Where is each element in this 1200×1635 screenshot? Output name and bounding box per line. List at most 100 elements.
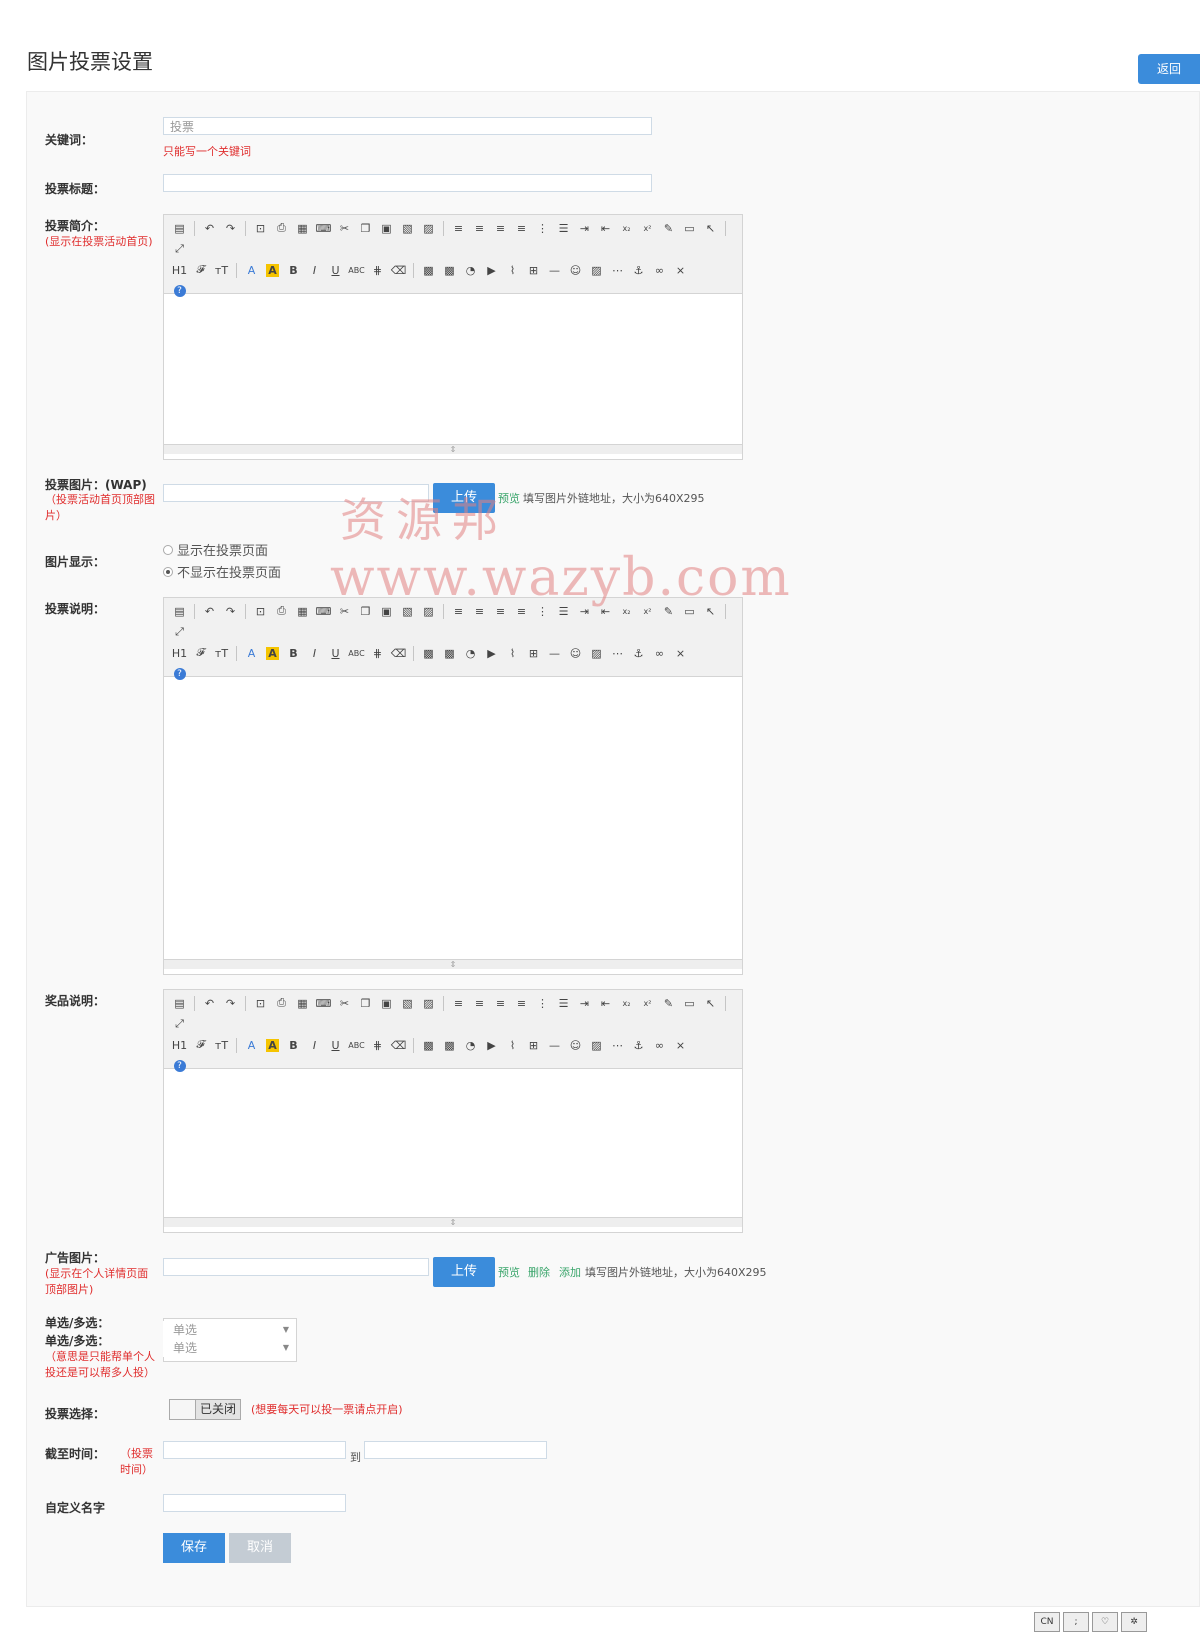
- print-icon[interactable]: ⎙: [272, 219, 291, 237]
- link-icon[interactable]: ∞: [650, 644, 669, 662]
- resize-handle-icon[interactable]: ⇕: [164, 1217, 742, 1227]
- template-icon[interactable]: ▦: [293, 219, 312, 237]
- emoticon-icon[interactable]: ☺: [566, 1036, 585, 1054]
- image-icon[interactable]: ▩: [419, 1036, 438, 1054]
- unlink-icon[interactable]: ⨯: [671, 1036, 690, 1054]
- eraser-icon[interactable]: ⌫: [389, 261, 408, 279]
- bold-icon[interactable]: B: [284, 644, 303, 662]
- media-icon[interactable]: ▶: [482, 261, 501, 279]
- cancel-button[interactable]: 取消: [229, 1533, 291, 1563]
- radio-show-on-page[interactable]: 显示在投票页面: [163, 540, 268, 559]
- redo-icon[interactable]: ↷: [221, 602, 240, 620]
- paste-word-icon[interactable]: ▨: [419, 994, 438, 1012]
- lang-button[interactable]: CN: [1034, 1612, 1060, 1632]
- align-left-icon[interactable]: ≡: [449, 994, 468, 1012]
- unlink-icon[interactable]: ⨯: [671, 261, 690, 279]
- template-icon[interactable]: ▦: [293, 602, 312, 620]
- emoticon-icon[interactable]: ☺: [566, 644, 585, 662]
- ad-delete-link[interactable]: 删除: [528, 1264, 550, 1280]
- italic-icon[interactable]: I: [305, 644, 324, 662]
- fullscreen-icon[interactable]: ⤢: [170, 1015, 189, 1033]
- clear-format-icon[interactable]: ✎: [659, 994, 678, 1012]
- source-icon[interactable]: ▤: [170, 219, 189, 237]
- punct-button[interactable]: ;: [1063, 1612, 1089, 1632]
- editor-content-area[interactable]: [164, 294, 742, 444]
- map-icon[interactable]: ▨: [587, 644, 606, 662]
- superscript-icon[interactable]: x²: [638, 219, 657, 237]
- anchor-icon[interactable]: ⚓: [629, 261, 648, 279]
- anchor-icon[interactable]: ⚓: [629, 1036, 648, 1054]
- attach-icon[interactable]: ⌇: [503, 644, 522, 662]
- deadline-end-input[interactable]: [364, 1441, 547, 1459]
- intro-editor[interactable]: ▤ ↶ ↷ ⊡ ⎙ ▦ ⌨ ✂ ❐ ▣ ▧ ▨ ≡ ≡ ≡ ≡ ⋮ ☰ ⇥ ⇤ x₂ x² ✎ ▭ ↖ ⤢ H1 𝓕ᴛT A A B I U AB…: [163, 214, 743, 460]
- print-icon[interactable]: ⎙: [272, 602, 291, 620]
- cut-icon[interactable]: ✂: [335, 994, 354, 1012]
- flash-icon[interactable]: ◔: [461, 261, 480, 279]
- eraser-icon[interactable]: ⌫: [389, 1036, 408, 1054]
- align-center-icon[interactable]: ≡: [470, 994, 489, 1012]
- align-right-icon[interactable]: ≡: [491, 994, 510, 1012]
- help-icon[interactable]: ?: [170, 665, 189, 683]
- heading-icon[interactable]: H1: [170, 261, 189, 279]
- table-icon[interactable]: ⊞: [524, 644, 543, 662]
- indent-icon[interactable]: ⇥: [575, 994, 594, 1012]
- paste-icon[interactable]: ▣: [377, 994, 396, 1012]
- font-color-icon[interactable]: A: [242, 644, 261, 662]
- link-icon[interactable]: ∞: [650, 1036, 669, 1054]
- media-icon[interactable]: ▶: [482, 1036, 501, 1054]
- flash-icon[interactable]: ◔: [461, 1036, 480, 1054]
- align-justify-icon[interactable]: ≡: [512, 994, 531, 1012]
- media-icon[interactable]: ▶: [482, 644, 501, 662]
- italic-icon[interactable]: I: [305, 1036, 324, 1054]
- line-height-icon[interactable]: ⋕: [368, 1036, 387, 1054]
- resize-handle-icon[interactable]: ⇕: [164, 959, 742, 969]
- font-size-icon[interactable]: ᴛT: [212, 261, 231, 279]
- unordered-list-icon[interactable]: ☰: [554, 994, 573, 1012]
- vote-title-input[interactable]: [163, 174, 652, 192]
- copy-icon[interactable]: ❐: [356, 219, 375, 237]
- fullscreen-icon[interactable]: ⤢: [170, 240, 189, 258]
- cut-icon[interactable]: ✂: [335, 219, 354, 237]
- page-break-icon[interactable]: ⋯: [608, 644, 627, 662]
- single-multi-select-2[interactable]: 单选 ▼: [163, 1339, 295, 1357]
- redo-icon[interactable]: ↷: [221, 219, 240, 237]
- ad-preview-link[interactable]: 预览: [498, 1264, 520, 1280]
- paste-text-icon[interactable]: ▧: [398, 219, 417, 237]
- link-icon[interactable]: ∞: [650, 261, 669, 279]
- bold-icon[interactable]: B: [284, 1036, 303, 1054]
- radio-hide-on-page[interactable]: 不显示在投票页面: [163, 562, 281, 581]
- keyword-input[interactable]: [163, 117, 652, 135]
- strike-icon[interactable]: ABC: [347, 1036, 366, 1054]
- undo-icon[interactable]: ↶: [200, 219, 219, 237]
- outdent-icon[interactable]: ⇤: [596, 994, 615, 1012]
- ordered-list-icon[interactable]: ⋮: [533, 994, 552, 1012]
- table-icon[interactable]: ⊞: [524, 1036, 543, 1054]
- align-left-icon[interactable]: ≡: [449, 219, 468, 237]
- custom-name-input[interactable]: [163, 1494, 346, 1512]
- bold-icon[interactable]: B: [284, 261, 303, 279]
- favorite-icon[interactable]: ♡: [1092, 1612, 1118, 1632]
- underline-icon[interactable]: U: [326, 644, 345, 662]
- page-break-icon[interactable]: ⋯: [608, 261, 627, 279]
- multi-image-icon[interactable]: ▩: [440, 644, 459, 662]
- single-multi-select-1[interactable]: 单选 ▼: [163, 1321, 295, 1339]
- heading-icon[interactable]: H1: [170, 644, 189, 662]
- vote-select-toggle[interactable]: 已关闭: [169, 1399, 241, 1420]
- code-icon[interactable]: ⌨: [314, 219, 333, 237]
- superscript-icon[interactable]: x²: [638, 994, 657, 1012]
- highlight-icon[interactable]: A: [263, 261, 282, 279]
- attach-icon[interactable]: ⌇: [503, 261, 522, 279]
- pointer-icon[interactable]: ↖: [701, 219, 720, 237]
- help-icon[interactable]: ?: [170, 1057, 189, 1075]
- line-height-icon[interactable]: ⋕: [368, 644, 387, 662]
- heading-icon[interactable]: H1: [170, 1036, 189, 1054]
- highlight-icon[interactable]: A: [263, 644, 282, 662]
- undo-icon[interactable]: ↶: [200, 994, 219, 1012]
- anchor-icon[interactable]: ⚓: [629, 644, 648, 662]
- table-icon[interactable]: ⊞: [524, 261, 543, 279]
- source-icon[interactable]: ▤: [170, 994, 189, 1012]
- paste-icon[interactable]: ▣: [377, 219, 396, 237]
- font-size-icon[interactable]: ᴛT: [212, 1036, 231, 1054]
- ad-upload-button[interactable]: 上传: [433, 1257, 495, 1287]
- map-icon[interactable]: ▨: [587, 261, 606, 279]
